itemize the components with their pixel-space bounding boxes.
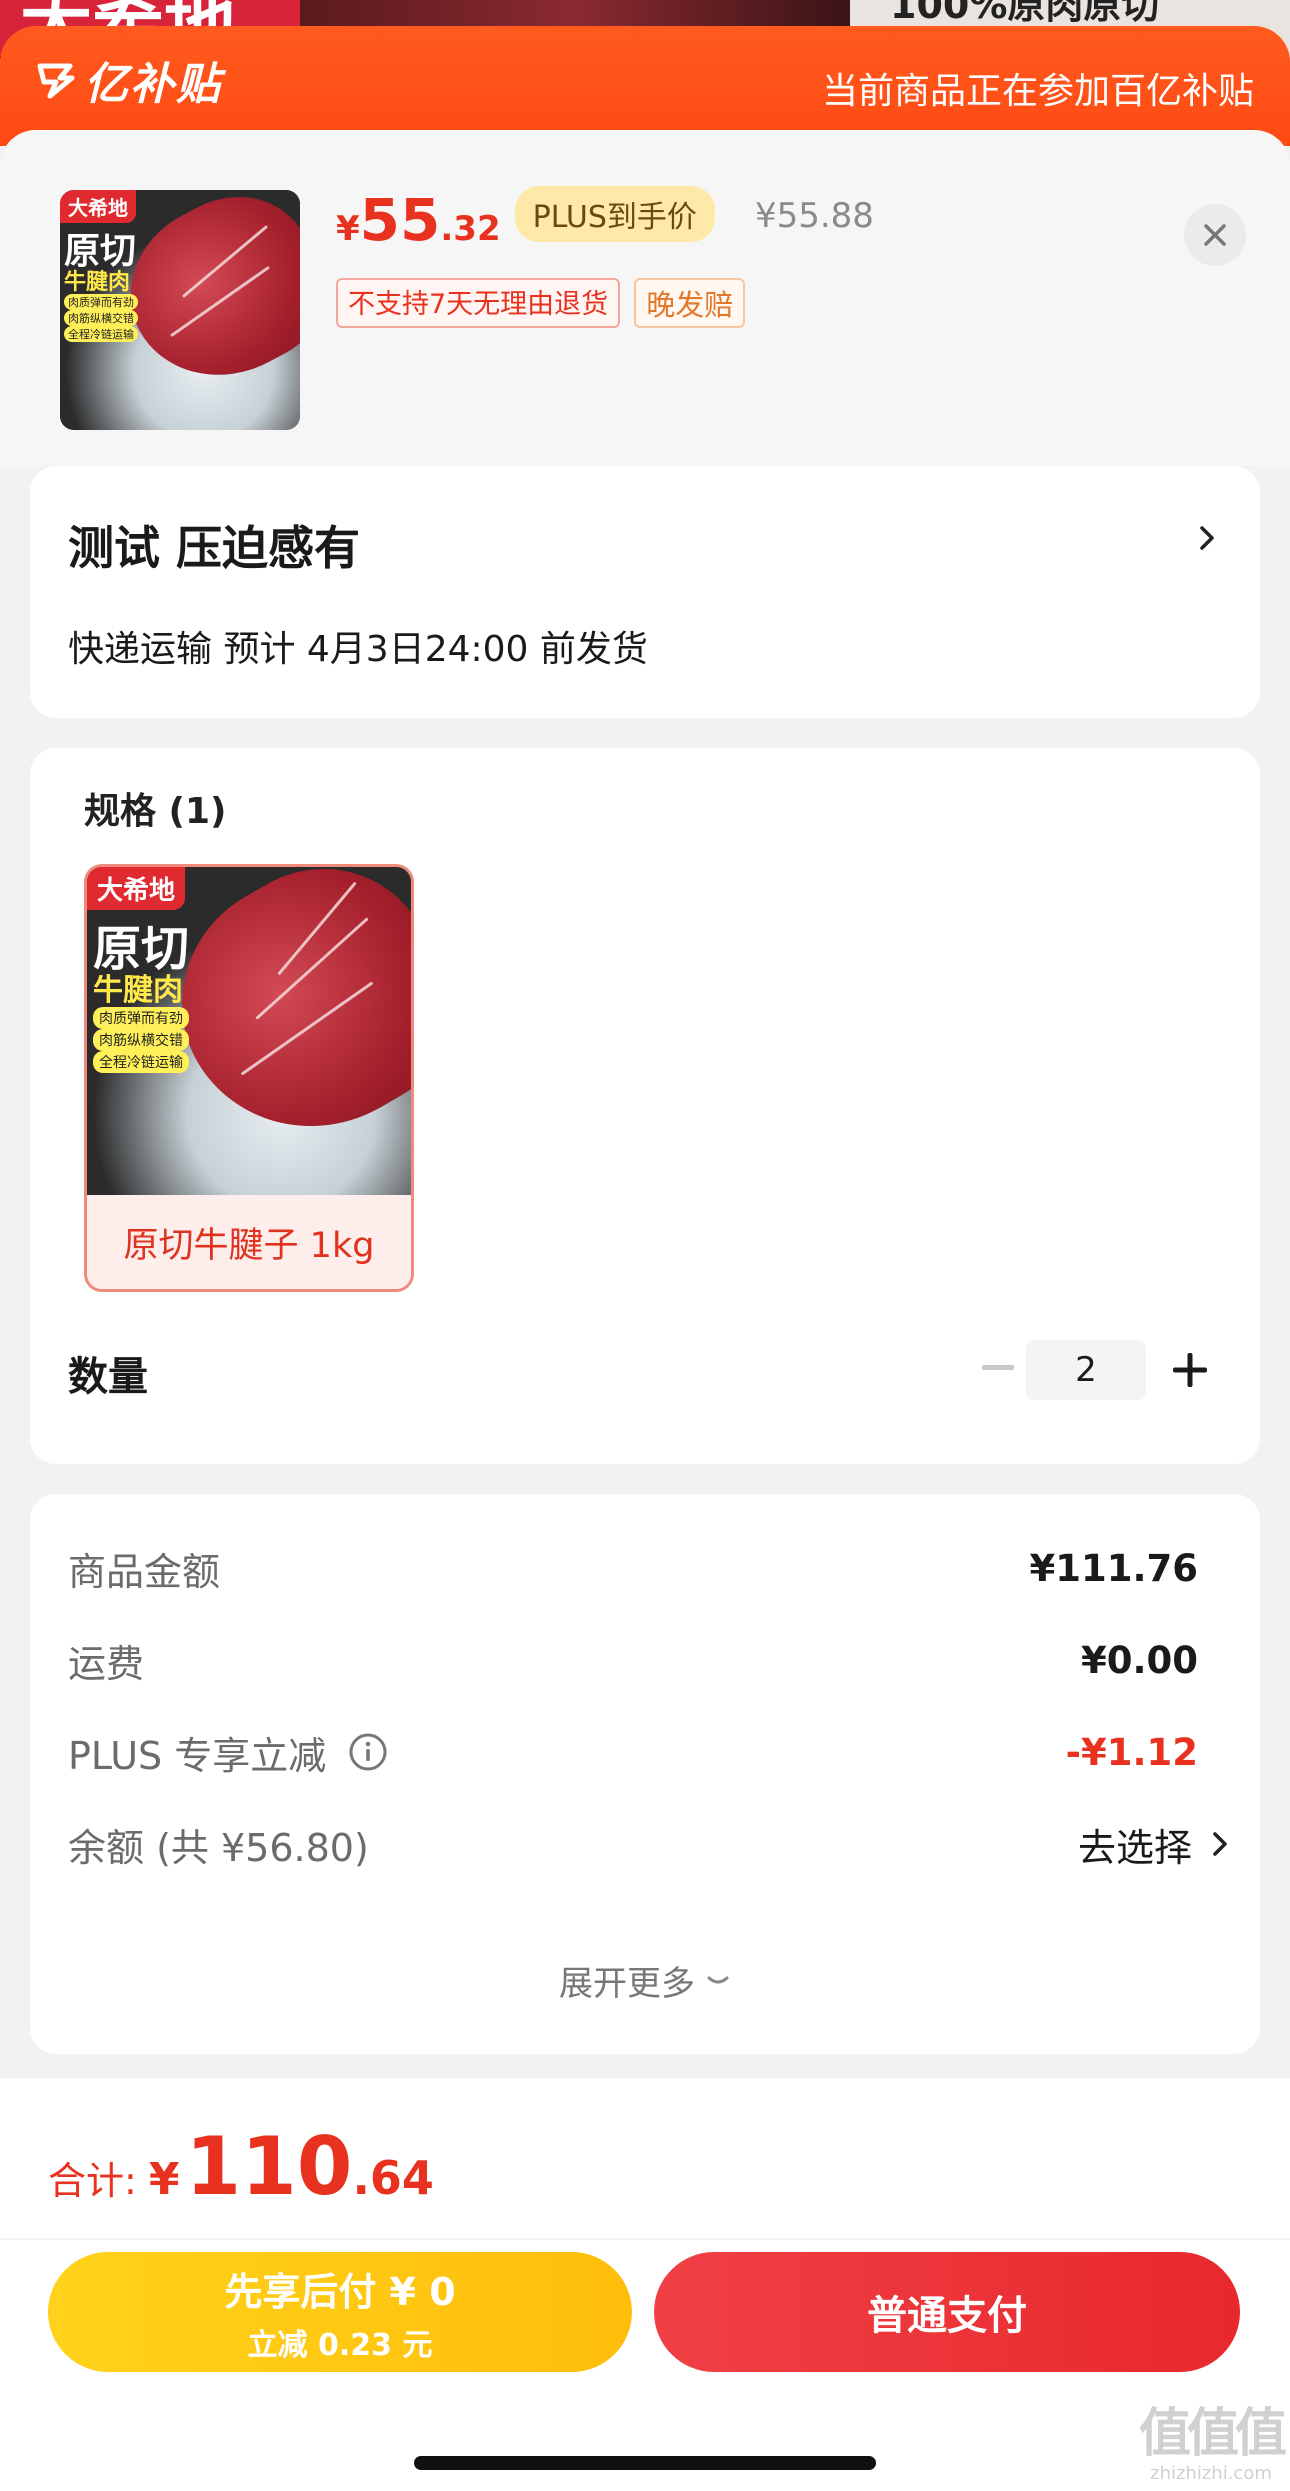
balance-label: 余额 (共 ¥56.80) [68,1825,369,1870]
chevron-down-icon [707,1976,729,1983]
expand-more-text: 展开更多 [559,1964,695,2004]
thumb-bullet: 肉质弹而有劲 [64,294,138,310]
price-decimal: .32 [440,209,501,249]
subsidy-logo-text: 亿补贴 [84,59,222,110]
total-symbol: ¥ [148,2154,180,2205]
goods-amount-value: ¥111.76 [1029,1546,1198,1590]
price-integer: 55 [359,186,441,254]
minus-icon [982,1365,1014,1370]
late-delivery-tag: 晚发赔 [634,278,746,328]
spec-image-brand: 大希地 [87,867,186,910]
plus-price-tag: PLUS到手价 [514,186,715,242]
close-button[interactable] [1184,204,1246,266]
subsidy-logo: 亿补贴 [36,52,222,110]
pay-later-title: 先享后付 ¥ 0 [224,2269,456,2314]
watermark: 值值值 zhizhizhi.com [1136,2404,1287,2484]
service-tags: 不支持7天无理由退货 晚发赔 [336,278,746,328]
address-card[interactable]: 测试 压迫感有 快递运输 预计 4月3日24:00 前发货 [30,466,1260,718]
info-icon[interactable] [348,1732,388,1772]
spec-option-image: 大希地 原切 牛腱肉 肉质弹而有劲 肉筋纵横交错 全程冷链运输 [87,867,411,1195]
goods-amount-label: 商品金额 [68,1549,221,1594]
watermark-glyphs: 值值值 [1138,2404,1287,2464]
total-integer: 110 [185,2120,353,2213]
plus-discount-text: PLUS 专享立减 [68,1733,327,1778]
thumb-subtitle: 牛腱肉 [64,270,131,295]
checkout-footer: 合计: ¥ 110 .64 先享后付 ¥ 0 立减 0.23 元 普通支付 [0,2078,1290,2491]
thumb-brand: 大希地 [60,190,136,223]
quantity-decrease-button[interactable] [970,1340,1026,1396]
total-decimal: .64 [352,2151,434,2205]
recipient-name: 测试 压迫感有 [68,521,361,575]
plus-discount-value: -¥1.12 [1065,1730,1198,1774]
price-symbol: ¥ [336,209,360,249]
chevron-right-icon [1213,1832,1227,1856]
price-row: ¥ 55 .32 PLUS到手价 ¥55.88 [336,186,874,254]
spec-card: 规格 (1) 大希地 原切 牛腱肉 肉质弹而有劲 肉筋纵横交错 全程冷链运输 原… [30,748,1260,1464]
order-summary-card: 商品金额 ¥111.76 运费 ¥0.00 PLUS 专享立减 -¥1.12 余… [30,1494,1260,2054]
goods-amount-row: 商品金额 ¥111.76 [68,1538,1198,1598]
no-return-tag: 不支持7天无理由退货 [336,278,621,328]
quantity-input[interactable]: 2 [1026,1340,1146,1400]
close-icon [1204,224,1226,246]
subsidy-notice: 当前商品正在参加百亿补贴 [821,71,1254,112]
total-label: 合计: [48,2159,137,2203]
shipping-fee-label: 运费 [68,1641,145,1686]
spec-image-bullet: 全程冷链运输 [93,1051,189,1073]
thumb-bullet: 全程冷链运输 [64,326,138,342]
product-header: 大希地 原切 牛腱肉 肉质弹而有劲 肉筋纵横交错 全程冷链运输 ¥ 55 .32… [0,130,1290,466]
spec-option[interactable]: 大希地 原切 牛腱肉 肉质弹而有劲 肉筋纵横交错 全程冷链运输 原切牛腱子 1k… [84,864,414,1292]
quantity-increase-button[interactable] [1160,1340,1220,1400]
shipping-fee-row: 运费 ¥0.00 [68,1630,1198,1690]
quantity-label: 数量 [68,1354,148,1400]
spec-image-bullet: 肉筋纵横交错 [93,1029,189,1051]
normal-pay-button[interactable]: 普通支付 [654,2252,1240,2372]
plus-discount-label: PLUS 专享立减 [68,1725,388,1780]
spec-title: 规格 (1) [84,791,227,832]
checkout-page: 大希地 100%原肉原切 亿补贴 当前商品正在参加百亿补贴 大希地 原切 牛腱肉… [0,0,1290,2491]
balance-select-text: 去选择 [1077,1825,1192,1870]
balance-select[interactable]: 去选择 [1078,1817,1232,1872]
original-price: ¥55.88 [754,196,874,236]
total-row: 合计: ¥ 110 .64 [48,2120,434,2213]
balance-row[interactable]: 余额 (共 ¥56.80) 去选择 [68,1814,1227,1874]
watermark-url: zhizhizhi.com [1150,2463,1272,2484]
pay-later-discount: 立减 0.23 元 [247,2327,433,2363]
plus-discount-row: PLUS 专享立减 -¥1.12 [68,1722,1198,1782]
subsidy-logo-icon [37,63,75,99]
home-indicator[interactable] [414,2456,876,2470]
subsidy-banner: 亿补贴 当前商品正在参加百亿补贴 [0,26,1290,146]
pay-later-button[interactable]: 先享后付 ¥ 0 立减 0.23 元 [48,2252,632,2372]
spec-image-bullet: 肉质弹而有劲 [93,1007,189,1029]
shipping-fee-value: ¥0.00 [1080,1638,1198,1682]
spec-option-label: 原切牛腱子 1kg [87,1195,411,1289]
chevron-right-icon [1200,526,1214,550]
product-thumbnail[interactable]: 大希地 原切 牛腱肉 肉质弹而有劲 肉筋纵横交错 全程冷链运输 [60,190,300,430]
thumb-bullet: 肉筋纵横交错 [64,310,138,326]
expand-more-button[interactable]: 展开更多 [30,1956,1260,2005]
spec-image-subtitle: 牛腱肉 [93,973,183,1008]
plus-icon [1173,1353,1207,1387]
shipping-info: 快递运输 预计 4月3日24:00 前发货 [68,629,648,670]
footer-divider [0,2238,1290,2240]
